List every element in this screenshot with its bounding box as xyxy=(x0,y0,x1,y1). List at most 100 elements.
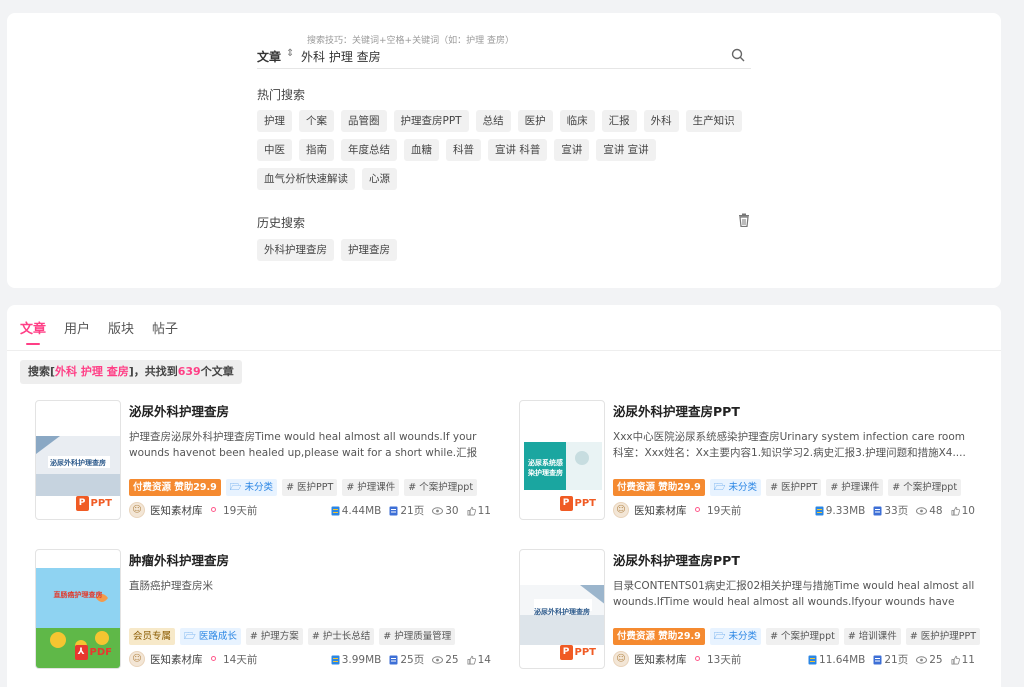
hot-tag[interactable]: 血糖 xyxy=(404,139,439,161)
author-name[interactable]: 医知素材库 xyxy=(150,652,203,667)
result-meta: ☺ 医知素材库 14天前 3.99MB 25页 25 14 xyxy=(129,651,495,667)
result-tag[interactable]: # 医护护理PPT xyxy=(905,628,981,645)
file-format-badge: P PPT xyxy=(75,495,112,512)
hot-tag[interactable]: 护理 xyxy=(257,110,292,132)
hot-tag[interactable]: 外科 xyxy=(643,110,679,132)
stat-size-value: 9.33MB xyxy=(825,504,866,517)
result-tag[interactable]: # 护理方案 xyxy=(245,628,303,645)
avatar[interactable]: ☺ xyxy=(613,651,629,667)
result-tag[interactable]: # 护理课件 xyxy=(342,479,400,496)
tab-0[interactable]: 文章 xyxy=(20,318,46,345)
history-tag[interactable]: 外科护理查房 xyxy=(257,239,334,261)
stat-likes-value: 11 xyxy=(961,653,975,666)
hot-tag[interactable]: 指南 xyxy=(299,139,334,161)
result-stats: 11.64MB 21页 25 11 xyxy=(808,652,975,667)
result-description: Xxx中心医院泌尿系统感染护理查房Urinary system infectio… xyxy=(613,431,966,459)
result-card[interactable]: 泌尿外科护理查房 P PPT 泌尿外科护理查房 护理查房泌尿外科护理查房Time wou… xyxy=(35,400,495,520)
author-name[interactable]: 医知素材库 xyxy=(634,503,687,518)
hot-tag[interactable]: 科普 xyxy=(446,139,481,161)
stat-views-value: 30 xyxy=(445,504,459,517)
result-tag[interactable]: # 个案护理ppt xyxy=(766,628,839,645)
trash-icon[interactable] xyxy=(738,213,750,227)
hot-tag[interactable]: 个案 xyxy=(299,110,334,132)
avatar[interactable]: ☺ xyxy=(129,651,145,667)
eye-icon xyxy=(432,655,444,665)
hot-tag[interactable]: 血气分析快速解读 xyxy=(257,168,355,190)
tab-3[interactable]: 帖子 xyxy=(152,318,178,345)
result-thumbnail[interactable]: 泌尿系统感染护理查房 P PPT xyxy=(519,400,605,520)
result-tag[interactable]: 🗁 未分类 xyxy=(225,479,278,496)
search-scope-select[interactable]: 文章 xyxy=(257,48,281,65)
file-format: PDF xyxy=(89,647,112,658)
hot-tag[interactable]: 心源 xyxy=(362,168,397,190)
hot-tag[interactable]: 年度总结 xyxy=(341,139,397,161)
post-time: 13天前 xyxy=(707,654,742,666)
avatar[interactable]: ☺ xyxy=(129,502,145,518)
search-icon[interactable] xyxy=(731,48,745,62)
result-tag[interactable]: 会员专属 xyxy=(129,628,176,645)
file-size-icon xyxy=(331,655,340,665)
result-title[interactable]: 泌尿外科护理查房PPT xyxy=(613,550,740,569)
hot-tag[interactable]: 临床 xyxy=(559,110,595,132)
result-thumbnail[interactable]: 泌尿外科护理查房 P PPT xyxy=(519,549,605,669)
thumbnail-image xyxy=(36,436,120,500)
tab-2[interactable]: 版块 xyxy=(108,318,134,345)
stat-views: 30 xyxy=(432,503,459,518)
result-tag[interactable]: 🗁 医路成长 xyxy=(180,628,241,645)
author-name[interactable]: 医知素材库 xyxy=(150,503,203,518)
hot-tag[interactable]: 宣讲 科普 xyxy=(488,139,548,161)
hot-tag[interactable]: 总结 xyxy=(475,110,511,132)
hot-tag[interactable]: 医护 xyxy=(517,110,553,132)
search-input[interactable] xyxy=(301,46,701,66)
author-name[interactable]: 医知素材库 xyxy=(634,652,687,667)
dot-icon xyxy=(695,656,700,661)
result-tag[interactable]: 🗁 未分类 xyxy=(709,479,762,496)
result-tag[interactable]: # 护士长总结 xyxy=(307,628,375,645)
hot-tag[interactable]: 生产知识 xyxy=(685,110,742,132)
result-title[interactable]: 泌尿外科护理查房PPT xyxy=(613,401,740,420)
result-thumbnail[interactable]: 直肠癌护理查房 ⅄ PDF xyxy=(35,549,121,669)
result-tag[interactable]: # 医护PPT xyxy=(282,479,338,496)
result-tag[interactable]: # 医护PPT xyxy=(766,479,822,496)
result-title[interactable]: 肿瘤外科护理查房 xyxy=(129,550,229,569)
sort-arrows-icon[interactable]: ⇕ xyxy=(286,48,294,59)
history-tag[interactable]: 护理查房 xyxy=(341,239,397,261)
result-tag[interactable]: # 个案护理ppt xyxy=(404,479,478,496)
result-tag[interactable]: 付费资源 赞助29.9 xyxy=(129,479,221,496)
hot-tag[interactable]: 护理查房PPT xyxy=(393,110,469,132)
result-tag[interactable]: 🗁 未分类 xyxy=(709,628,762,645)
stat-likes: 11 xyxy=(951,652,975,667)
stat-views-value: 25 xyxy=(929,653,943,666)
like-icon xyxy=(951,655,960,665)
hot-tag[interactable]: 宣讲 xyxy=(554,139,590,161)
eye-icon xyxy=(916,655,928,665)
result-card[interactable]: 直肠癌护理查房 ⅄ PDF 肿瘤外科护理查房 直肠癌护理查房米 会员专属 🗁 医路成长 # 护… xyxy=(35,549,495,669)
tab-1[interactable]: 用户 xyxy=(64,318,90,345)
result-tag[interactable]: # 护理质量管理 xyxy=(379,628,456,645)
dot-icon xyxy=(211,507,216,512)
result-meta: ☺ 医知素材库 19天前 9.33MB 33页 48 10 xyxy=(613,502,979,518)
hot-tag[interactable]: 宣讲 宣讲 xyxy=(596,139,656,161)
ppt-icon: P xyxy=(75,496,89,511)
search-bar: 文章 ⇕ xyxy=(257,45,751,69)
result-tag[interactable]: # 培训课件 xyxy=(843,628,901,645)
result-thumbnail[interactable]: 泌尿外科护理查房 P PPT xyxy=(35,400,121,520)
hot-tag[interactable]: 汇报 xyxy=(601,110,637,132)
thumbnail-title: 泌尿外科护理查房 xyxy=(50,459,106,467)
result-card[interactable]: 泌尿系统感染护理查房 P PPT 泌尿外科护理查房PPT Xxx中心医院泌尿系统感染护理… xyxy=(519,400,979,520)
stat-size: 11.64MB xyxy=(808,652,865,667)
stat-size-value: 11.64MB xyxy=(819,653,866,666)
thumbnail-title: 直肠癌护理查房 xyxy=(53,591,103,599)
result-tag[interactable]: 付费资源 赞助29.9 xyxy=(613,628,705,645)
thumbnail-image xyxy=(520,585,604,649)
hot-tag[interactable]: 品管圈 xyxy=(341,110,387,132)
result-summary: 搜索[外科 护理 查房]，共找到639个文章 xyxy=(20,360,242,384)
result-tag[interactable]: 付费资源 赞助29.9 xyxy=(613,479,705,496)
result-card[interactable]: 泌尿外科护理查房 P PPT 泌尿外科护理查房PPT 目录CONTENTS01病史汇报0… xyxy=(519,549,981,669)
result-title[interactable]: 泌尿外科护理查房 xyxy=(129,401,229,420)
result-tag[interactable]: # 个案护理ppt xyxy=(888,479,962,496)
result-tag[interactable]: # 护理课件 xyxy=(826,479,884,496)
avatar[interactable]: ☺ xyxy=(613,502,629,518)
hot-tag[interactable]: 中医 xyxy=(257,139,292,161)
file-size-icon xyxy=(808,655,817,665)
